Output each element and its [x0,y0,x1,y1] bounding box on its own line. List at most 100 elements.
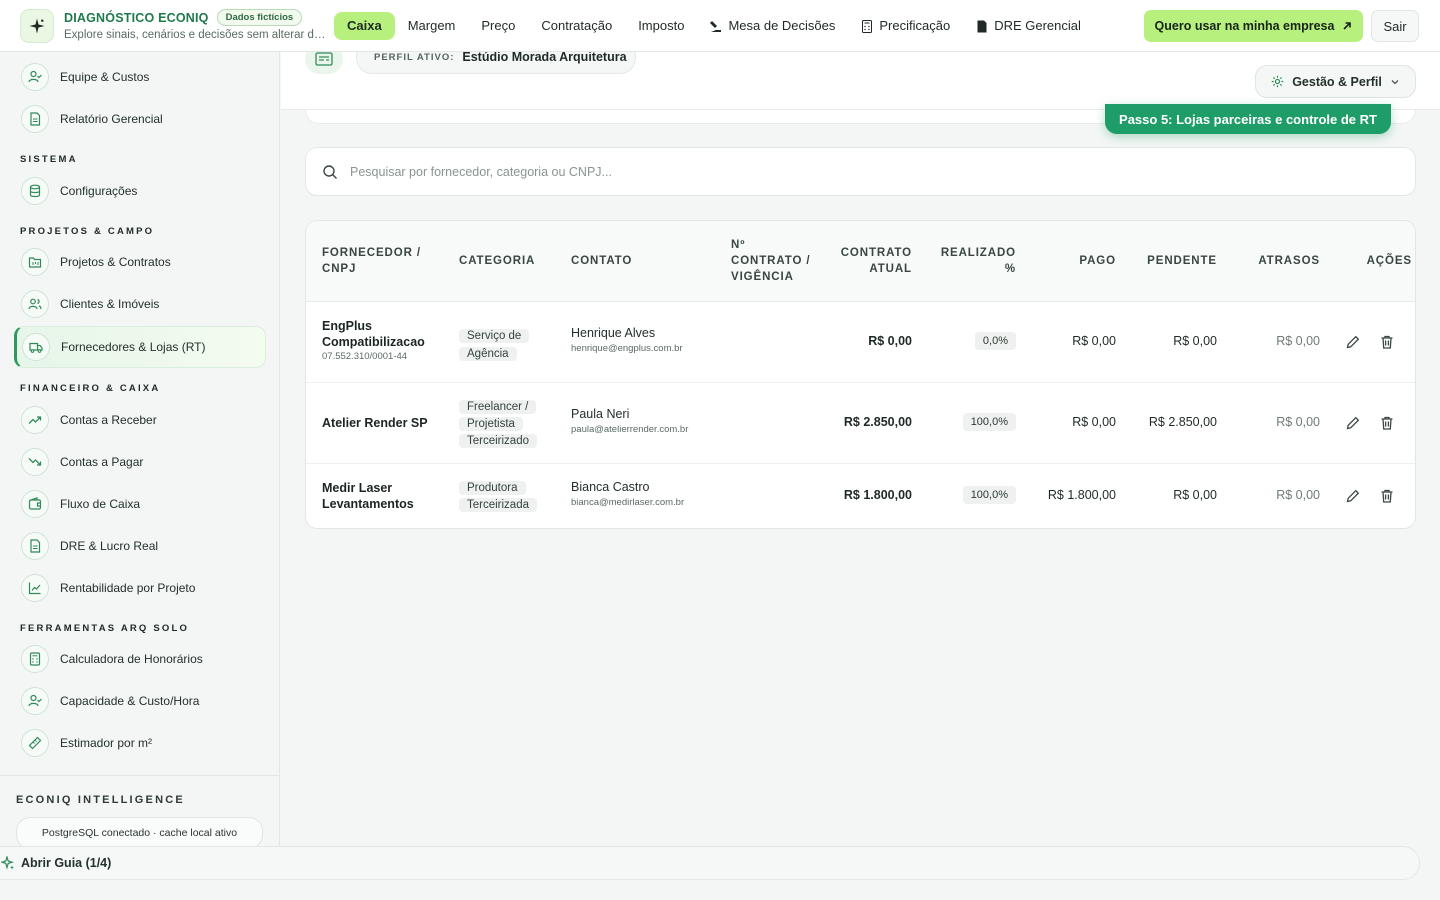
active-profile[interactable]: PERFIL ATIVO: Estúdio Morada Arquitetura [356,52,636,74]
sparkle-icon[interactable] [20,9,54,43]
table-row[interactable]: Atelier Render SP Freelancer / Projetist… [306,383,1415,464]
supplier-cell: EngPlus Compatibilizacao 07.552.310/0001… [322,318,442,362]
folder-kanban-icon [21,248,49,276]
trash-icon[interactable] [1379,415,1395,431]
sidebar-item-label: Equipe & Custos [60,70,150,84]
contact-name: Henrique Alves [571,326,656,340]
sidebar-item-calculadora-honorarios[interactable]: Calculadora de Honorários [14,639,266,679]
section-sistema: SISTEMA [20,154,78,165]
nav-caixa[interactable]: Caixa [334,12,395,40]
calculator-icon [862,19,873,33]
open-guide-button[interactable]: Abrir Guia (1/4) [0,846,1420,880]
realized-cell: 100,0% [936,413,1016,431]
profile-band: PERFIL ATIVO: Estúdio Morada Arquitetura… [281,52,1440,110]
current-contract: R$ 0,00 [868,334,912,348]
sidebar-item-relatorio-gerencial[interactable]: Relatório Gerencial [14,99,266,139]
trash-icon[interactable] [1379,488,1395,504]
nav-preco[interactable]: Preço [468,12,528,40]
category-tag: Produtora Terceirizada [459,481,537,512]
trending-up-icon [21,406,49,434]
sidebar-item-contas-receber[interactable]: Contas a Receber [14,400,266,440]
sidebar-item-clientes-imoveis[interactable]: Clientes & Imóveis [14,284,266,324]
realized-percent: 100,0% [962,413,1016,431]
brand-title: DIAGNÓSTICO ECONIQ [64,10,209,25]
pencil-icon[interactable] [1345,334,1361,350]
main-content: PERFIL ATIVO: Estúdio Morada Arquitetura… [281,52,1440,847]
gestao-perfil-button[interactable]: Gestão & Perfil [1255,65,1416,98]
sidebar-item-label: Capacidade & Custo/Hora [60,694,200,708]
table-header: FORNECEDOR / CNPJ CATEGORIA CONTATO Nº C… [306,221,1415,302]
col-fornecedor[interactable]: FORNECEDOR / CNPJ [322,245,432,277]
trending-down-icon [21,448,49,476]
nav-dre-label: DRE Gerencial [994,18,1081,33]
sidebar-item-equipe-custos[interactable]: Equipe & Custos [14,57,266,97]
nav-mesa-label: Mesa de Decisões [728,18,836,33]
nav-precificacao[interactable]: Precificação [848,12,963,40]
arrow-up-right-icon [1343,22,1352,30]
table-row[interactable]: Medir Laser Levantamentos Produtora Terc… [306,464,1415,528]
sparkles-icon [1,856,14,870]
contact-email: bianca@medirlaser.com.br [571,497,685,508]
pending-amount: R$ 0,00 [1173,488,1217,502]
search-bar [305,147,1416,196]
line-chart-icon [21,574,49,602]
nav-margem[interactable]: Margem [395,12,469,40]
supplier-cnpj: 07.552.310/0001-44 [322,351,408,362]
nav-contratacao[interactable]: Contratação [528,12,625,40]
sidebar-item-label: Calculadora de Honorários [60,652,203,666]
nav-imposto[interactable]: Imposto [625,12,697,40]
trash-icon[interactable] [1379,334,1395,350]
col-pago[interactable]: PAGO [1036,253,1116,269]
nav-mesa-decisoes[interactable]: Mesa de Decisões [697,12,848,40]
use-in-company-button[interactable]: Quero usar na minha empresa [1144,10,1363,42]
paid-amount: R$ 0,00 [1072,415,1116,429]
gestao-label: Gestão & Perfil [1292,74,1382,89]
contact-name: Paula Neri [571,407,630,421]
sidebar-item-capacidade-custo-hora[interactable]: Capacidade & Custo/Hora [14,681,266,721]
col-pendente[interactable]: PENDENTE [1126,253,1217,269]
user-check-icon [21,63,49,91]
pencil-icon[interactable] [1345,488,1361,504]
category-tag: Serviço de Agência [459,329,530,361]
sidebar-item-fornecedores-lojas[interactable]: Fornecedores & Lojas (RT) [14,326,266,368]
pencil-icon[interactable] [1345,415,1361,431]
profile-label: PERFIL ATIVO: [374,52,455,63]
col-contato[interactable]: CONTATO [571,253,632,269]
col-contrato-atual[interactable]: CONTRATO ATUAL [832,245,912,277]
connection-status: PostgreSQL conectado · cache local ativo [16,817,263,847]
sidebar-item-fluxo-caixa[interactable]: Fluxo de Caixa [14,484,266,524]
contact-name: Bianca Castro [571,480,650,494]
col-realizado[interactable]: REALIZADO % [936,245,1016,277]
sidebar-item-label: Fornecedores & Lojas (RT) [61,340,206,354]
col-categoria[interactable]: CATEGORIA [459,253,535,269]
nav-dre-gerencial[interactable]: DRE Gerencial [963,12,1094,40]
main-nav: Caixa Margem Preço Contratação Imposto M… [334,12,1094,40]
contact-email: paula@atelierrender.com.br [571,424,689,435]
file-text-icon [21,532,49,560]
sidebar-item-label: DRE & Lucro Real [60,539,159,553]
sidebar-item-estimador-m2[interactable]: Estimador por m² [14,723,266,763]
guide-label: Abrir Guia (1/4) [21,856,112,870]
supplier-name: Medir Laser Levantamentos [322,481,414,511]
realized-cell: 100,0% [936,486,1016,504]
exit-button[interactable]: Sair [1371,10,1419,42]
gear-icon [1271,75,1284,88]
sidebar-item-rentabilidade-projeto[interactable]: Rentabilidade por Projeto [14,568,266,608]
profile-name: Estúdio Morada Arquitetura [462,52,627,64]
sidebar-item-dre-lucro-real[interactable]: DRE & Lucro Real [14,526,266,566]
sidebar-item-projetos-contratos[interactable]: Projetos & Contratos [14,242,266,282]
sidebar-item-configuracoes[interactable]: Configurações [14,171,266,211]
late-amount: R$ 0,00 [1276,415,1320,429]
sidebar-item-contas-pagar[interactable]: Contas a Pagar [14,442,266,482]
col-atrasos[interactable]: ATRASOS [1236,253,1320,269]
brand-subtitle: Explore sinais, cenários e decisões sem … [64,29,326,41]
sidebar-item-label: Estimador por m² [60,736,153,750]
col-contrato-vigencia[interactable]: Nº CONTRATO / VIGÊNCIA [731,237,813,285]
sidebar: Equipe & Custos Relatório Gerencial SIST… [0,52,280,847]
paid-amount: R$ 1.800,00 [1047,488,1116,502]
late-amount: R$ 0,00 [1276,334,1320,348]
sidebar-item-label: Clientes & Imóveis [60,297,160,311]
search-input[interactable] [350,164,1350,179]
table-row[interactable]: EngPlus Compatibilizacao 07.552.310/0001… [306,302,1415,383]
category-cell: Produtora Terceirizada [459,479,539,513]
